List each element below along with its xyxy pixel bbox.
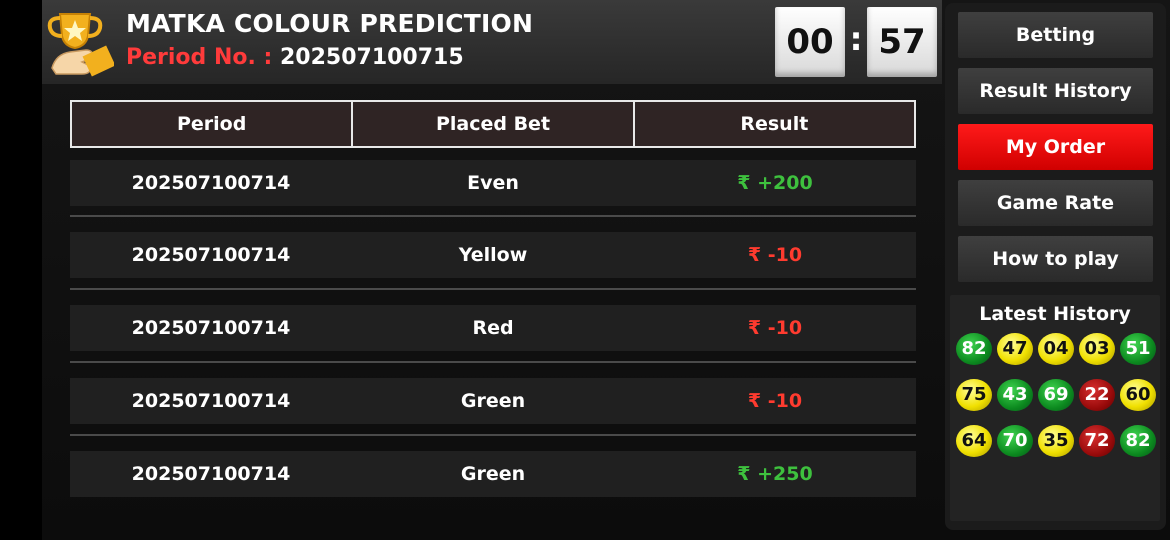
latest-history-title: Latest History (979, 303, 1131, 325)
result-history-button[interactable]: Result History (958, 68, 1153, 114)
row-divider (70, 288, 916, 290)
period-label: Period No. : (126, 45, 280, 70)
table-row: 202507100714 Yellow ₹ -10 (70, 232, 916, 278)
row-bet: Green (460, 463, 526, 485)
column-header-result: Result (632, 102, 914, 146)
row-divider (70, 215, 916, 217)
row-result: ₹ -10 (747, 317, 803, 339)
row-result: ₹ -10 (747, 244, 803, 266)
history-ball: 03 (1079, 333, 1115, 365)
column-header-placed-bet: Placed Bet (351, 102, 632, 146)
table-row: 202507100714 Even ₹ +200 (70, 160, 916, 206)
history-ball: 04 (1038, 333, 1074, 365)
row-result: ₹ -10 (747, 390, 803, 412)
history-ball: 70 (997, 425, 1033, 457)
history-ball: 64 (956, 425, 992, 457)
row-bet: Green (460, 390, 526, 412)
history-ball: 60 (1120, 379, 1156, 411)
row-period: 202507100714 (131, 390, 291, 412)
history-ball: 35 (1038, 425, 1074, 457)
trophy-icon (47, 13, 114, 77)
row-period: 202507100714 (131, 244, 291, 266)
how-to-play-button[interactable]: How to play (958, 236, 1153, 282)
row-divider (70, 361, 916, 363)
history-ball: 82 (956, 333, 992, 365)
history-ball: 43 (997, 379, 1033, 411)
row-bet: Red (472, 317, 514, 339)
period-value: 202507100715 (279, 45, 464, 70)
history-balls: 82 47 04 03 51 75 43 69 22 60 64 70 35 7… (956, 333, 1156, 457)
timer-minutes: 00 (775, 7, 845, 77)
row-bet: Even (467, 172, 519, 194)
history-ball: 82 (1120, 425, 1156, 457)
row-divider (70, 434, 916, 436)
history-ball: 72 (1079, 425, 1115, 457)
history-ball: 75 (956, 379, 992, 411)
row-period: 202507100714 (131, 172, 291, 194)
row-period: 202507100714 (131, 317, 291, 339)
my-order-button[interactable]: My Order (958, 124, 1153, 170)
table-row: 202507100714 Green ₹ -10 (70, 378, 916, 424)
timer-separator: : (849, 20, 863, 58)
row-period: 202507100714 (131, 463, 291, 485)
history-ball: 69 (1038, 379, 1074, 411)
table-row: 202507100714 Green ₹ +250 (70, 451, 916, 497)
table-row: 202507100714 Red ₹ -10 (70, 305, 916, 351)
game-rate-button[interactable]: Game Rate (958, 180, 1153, 226)
row-result: ₹ +200 (737, 172, 813, 194)
history-ball: 22 (1079, 379, 1115, 411)
page-title: MATKA COLOUR PREDICTION (126, 9, 534, 38)
period-number: Period No. : 202507100715 (126, 45, 464, 70)
row-bet: Yellow (458, 244, 528, 266)
history-ball: 47 (997, 333, 1033, 365)
betting-button[interactable]: Betting (958, 12, 1153, 58)
timer-seconds: 57 (867, 7, 937, 77)
column-header-period: Period (176, 113, 247, 135)
latest-history-panel: Latest History 82 47 04 03 51 75 43 69 2… (950, 295, 1160, 521)
orders-table-header: Period Placed Bet Result (70, 100, 916, 148)
history-ball: 51 (1120, 333, 1156, 365)
row-result: ₹ +250 (737, 463, 813, 485)
